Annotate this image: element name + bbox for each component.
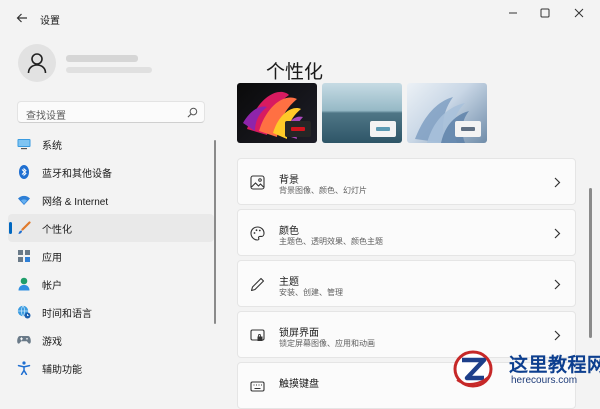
card-title: 主题 [279,277,299,288]
bluetooth-icon [17,165,31,179]
title-bar: 设置 [0,0,600,34]
theme-thumbnail-glow[interactable] [237,83,317,143]
person-icon [17,277,31,291]
back-button[interactable] [14,10,30,26]
sidebar-item-bluetooth[interactable]: 蓝牙和其他设备 [8,158,214,186]
chevron-right-icon [554,330,561,341]
chevron-right-icon [554,279,561,290]
close-button[interactable] [566,4,592,22]
chevron-right-icon [554,228,561,239]
user-email-redacted [66,67,152,73]
sidebar-item-personalization[interactable]: 个性化 [8,214,214,242]
card-title: 颜色 [279,226,299,237]
maximize-icon [540,8,550,18]
watermark-url: herecours.com [511,375,578,386]
user-name-redacted [66,55,138,62]
avatar[interactable] [18,44,56,82]
sidebar-item-label: 网络 & Internet [42,196,109,208]
sidebar-item-network[interactable]: 网络 & Internet [8,186,214,214]
theme-thumbnail-bloom[interactable] [407,83,487,143]
site-watermark: 这里教程网 herecours.com [450,348,600,391]
search-box[interactable]: 查找设置 [17,101,205,123]
sidebar-item-label: 帐户 [42,280,62,292]
theme-window-preview [285,121,311,137]
sidebar-item-time-language[interactable]: 时间和语言 [8,298,214,326]
keyboard-icon [250,381,265,392]
lock-screen-icon [250,329,265,341]
card-themes[interactable]: 主题 安装、创建、管理 [237,260,576,307]
app-title: 设置 [40,16,60,27]
card-description: 主题色、透明效果、颜色主题 [279,237,383,246]
card-title: 背景 [279,175,299,186]
globe-clock-icon [17,305,31,319]
watermark-title: 这里教程网 [509,355,600,376]
apps-icon [17,249,31,263]
sidebar-item-label: 辅助功能 [42,364,82,376]
theme-window-preview [455,121,481,137]
card-background[interactable]: 背景 背景图像、颜色、幻灯片 [237,158,576,205]
theme-thumbnail-lake[interactable] [322,83,402,143]
sidebar-nav: 系统 蓝牙和其他设备 网络 & Internet 个性化 应用 帐户 时间和语言… [8,130,214,382]
search-input[interactable]: 查找设置 [26,107,66,122]
sidebar-item-label: 时间和语言 [42,308,92,320]
sidebar-item-label: 系统 [42,140,62,152]
sidebar-item-label: 个性化 [42,224,72,236]
minimize-icon [509,12,517,14]
card-colors[interactable]: 颜色 主题色、透明效果、颜色主题 [237,209,576,256]
sidebar-item-accounts[interactable]: 帐户 [8,270,214,298]
picture-icon [250,175,265,190]
page-title: 个性化 [266,62,324,83]
maximize-button[interactable] [532,4,558,22]
gamepad-icon [17,333,31,347]
main-scrollbar[interactable] [589,188,592,338]
person-icon [27,53,47,74]
card-description: 锁定屏幕图像、应用和动画 [279,339,375,348]
sidebar-item-apps[interactable]: 应用 [8,242,214,270]
minimize-button[interactable] [500,4,526,22]
sidebar-scrollbar[interactable] [214,140,216,324]
theme-window-preview [370,121,396,137]
sidebar-item-system[interactable]: 系统 [8,130,214,158]
sidebar-item-label: 应用 [42,252,62,264]
sidebar-item-gaming[interactable]: 游戏 [8,326,214,354]
search-icon[interactable] [187,107,198,118]
sidebar-item-label: 蓝牙和其他设备 [42,168,112,180]
monitor-icon [17,137,31,151]
palette-icon [250,226,265,241]
sidebar-item-label: 游戏 [42,336,62,348]
pen-icon [250,277,265,292]
sidebar-item-accessibility[interactable]: 辅助功能 [8,354,214,382]
site-logo-icon [453,350,493,388]
close-icon [574,8,584,18]
brush-icon [17,221,31,235]
card-description: 背景图像、颜色、幻灯片 [279,186,367,195]
card-description: 安装、创建、管理 [279,288,343,297]
card-title: 锁屏界面 [279,328,319,339]
chevron-right-icon [554,177,561,188]
wifi-icon [17,193,31,207]
arrow-left-icon [16,13,27,23]
accessibility-icon [17,361,31,375]
card-title: 触摸键盘 [279,379,319,390]
